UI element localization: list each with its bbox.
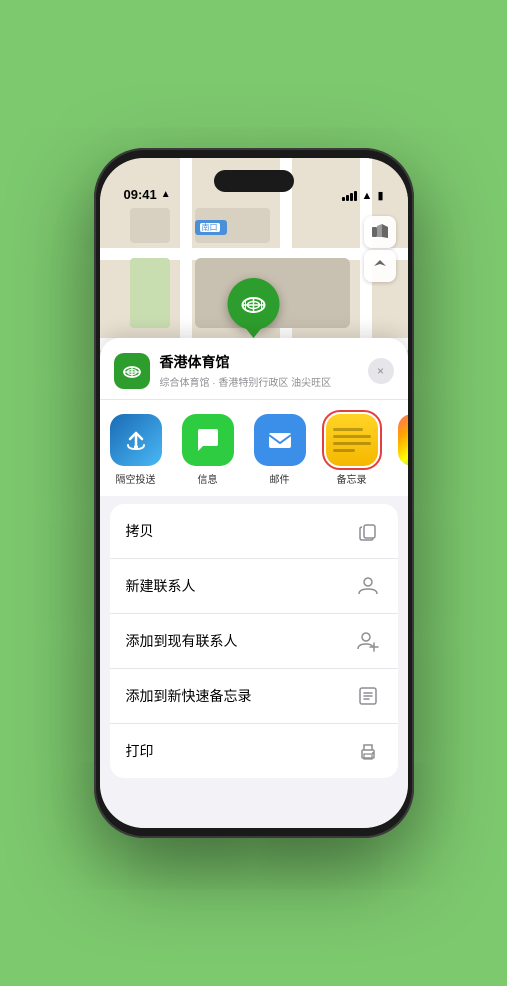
person-add-icon	[354, 627, 382, 655]
time-display: 09:41	[124, 187, 157, 202]
action-add-existing[interactable]: 添加到现有联系人	[110, 614, 398, 669]
location-arrow-icon: ▲	[161, 189, 171, 200]
stadium-icon	[239, 289, 269, 319]
add-existing-label: 添加到现有联系人	[126, 631, 238, 651]
venue-avatar-icon	[114, 353, 150, 389]
action-new-contact[interactable]: 新建联系人	[110, 559, 398, 614]
action-copy[interactable]: 拷贝	[110, 504, 398, 559]
wifi-icon: ▲	[362, 190, 373, 202]
phone-screen: 09:41 ▲ ▲ ▮	[100, 158, 408, 828]
share-row: 隔空投送 信息	[100, 400, 408, 504]
print-label: 打印	[126, 741, 154, 761]
add-quick-note-label: 添加到新快速备忘录	[126, 686, 252, 706]
mail-icon	[254, 414, 306, 466]
mail-label: 邮件	[270, 471, 290, 486]
map-type-button[interactable]	[364, 216, 396, 248]
venue-description: 综合体育馆 · 香港特别行政区 油尖旺区	[160, 374, 358, 389]
share-messages[interactable]: 信息	[172, 414, 244, 486]
notes-lines	[326, 420, 378, 457]
signal-bars-icon	[342, 191, 357, 201]
action-list: 拷贝 新建联系人	[110, 504, 398, 778]
venue-name: 香港体育馆	[160, 352, 358, 372]
status-time: 09:41 ▲	[124, 187, 171, 202]
more-icon	[398, 414, 408, 466]
pin-circle-icon	[228, 278, 280, 330]
battery-icon: ▮	[377, 189, 383, 202]
print-icon	[354, 737, 382, 765]
close-button[interactable]: ×	[368, 358, 394, 384]
status-icons: ▲ ▮	[342, 189, 384, 202]
south-entrance-label: 南口 南口	[195, 220, 227, 235]
copy-label: 拷贝	[126, 521, 154, 541]
sheet-header: 香港体育馆 综合体育馆 · 香港特别行政区 油尖旺区 ×	[100, 338, 408, 400]
bottom-spacer	[100, 778, 408, 828]
location-button[interactable]	[364, 250, 396, 282]
share-airdrop[interactable]: 隔空投送	[100, 414, 172, 486]
airdrop-label: 隔空投送	[116, 471, 156, 486]
bottom-sheet: 香港体育馆 综合体育馆 · 香港特别行政区 油尖旺区 ×	[100, 338, 408, 828]
copy-icon	[354, 517, 382, 545]
phone-frame: 09:41 ▲ ▲ ▮	[94, 148, 414, 838]
share-more[interactable]: 提	[388, 414, 408, 486]
action-add-quick-note[interactable]: 添加到新快速备忘录	[110, 669, 398, 724]
memo-icon	[354, 682, 382, 710]
airdrop-icon	[110, 414, 162, 466]
venue-info: 香港体育馆 综合体育馆 · 香港特别行政区 油尖旺区	[160, 352, 358, 389]
new-contact-label: 新建联系人	[126, 576, 196, 596]
map-controls	[364, 216, 396, 282]
messages-label: 信息	[198, 471, 218, 486]
person-icon	[354, 572, 382, 600]
action-print[interactable]: 打印	[110, 724, 398, 778]
notes-label: 备忘录	[337, 471, 367, 486]
share-mail[interactable]: 邮件	[244, 414, 316, 486]
share-notes[interactable]: 备忘录	[316, 414, 388, 486]
messages-icon	[182, 414, 234, 466]
notes-icon	[326, 414, 378, 466]
dynamic-island	[214, 170, 294, 192]
